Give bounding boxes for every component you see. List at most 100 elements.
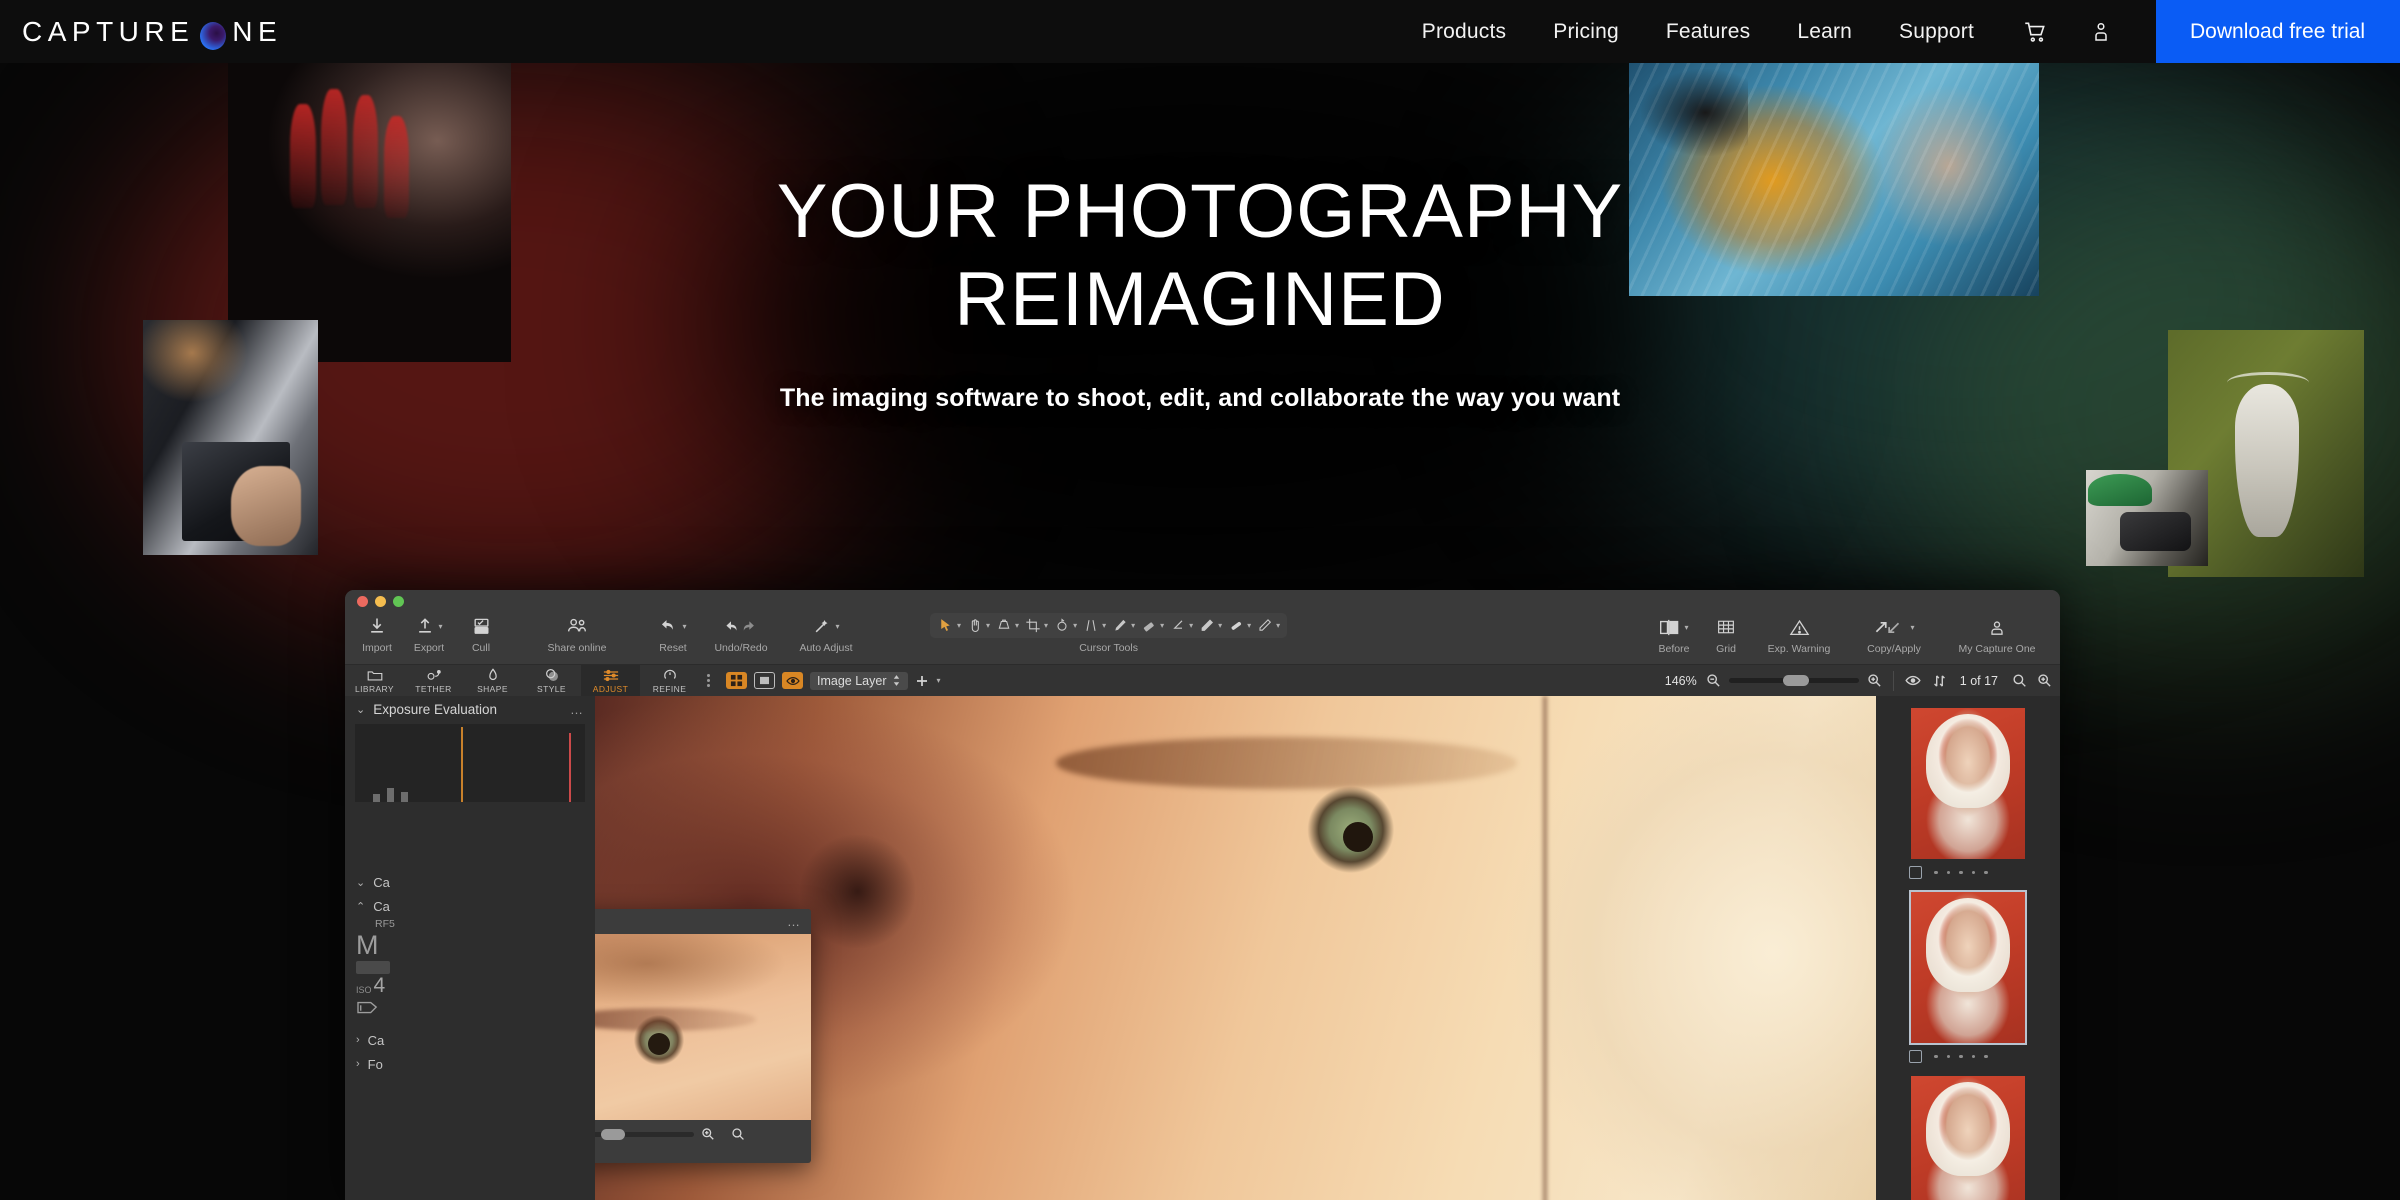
- reset-button[interactable]: ▾ Reset: [647, 612, 699, 654]
- chevron-down-icon[interactable]: ▾: [1218, 621, 1222, 630]
- focus-panel-menu-icon[interactable]: …: [787, 914, 801, 929]
- search-icon[interactable]: [2012, 673, 2027, 688]
- chevron-down-icon[interactable]: ▾: [1073, 621, 1077, 630]
- exposure-warning-button[interactable]: Exp. Warning: [1752, 613, 1846, 655]
- nav-item-features[interactable]: Features: [1666, 20, 1750, 44]
- chevron-updown-icon[interactable]: ⌃: [356, 900, 365, 913]
- tab-shape[interactable]: SHAPE: [463, 665, 522, 697]
- panel-menu-icon[interactable]: …: [570, 702, 584, 717]
- account-icon[interactable]: [2086, 17, 2116, 47]
- share-online-button[interactable]: Share online: [507, 612, 647, 654]
- thumbnail-rating[interactable]: [1934, 1054, 1988, 1059]
- chevron-down-icon[interactable]: ▾: [1684, 623, 1688, 632]
- sidebar-panel-capture[interactable]: › Ca: [345, 1028, 595, 1052]
- auto-adjust-button[interactable]: ▾ Auto Adjust: [783, 612, 869, 654]
- zoom-slider[interactable]: [1728, 675, 1859, 686]
- thumbnail-rating[interactable]: [1934, 870, 1988, 875]
- nav-item-support[interactable]: Support: [1899, 20, 1974, 44]
- crop-tool[interactable]: ▾: [1022, 615, 1051, 636]
- image-viewer[interactable]: ⌄ Focus … 50 %: [595, 696, 1876, 1200]
- download-free-trial-button[interactable]: Download free trial: [2156, 0, 2400, 63]
- grid-view-icon[interactable]: [726, 672, 747, 689]
- sidebar-panel-focus[interactable]: › Fo: [345, 1052, 595, 1076]
- filmstrip[interactable]: [1876, 696, 2060, 1200]
- magnifier-icon[interactable]: [731, 1127, 745, 1141]
- before-after-button[interactable]: ▾ Before: [1648, 613, 1700, 655]
- brand-logo[interactable]: CAPTURE NE: [22, 16, 282, 50]
- keystone-tool[interactable]: ▾: [1080, 615, 1109, 636]
- export-button[interactable]: ▾ Export: [403, 612, 455, 654]
- pan-hand-tool[interactable]: ▾: [964, 615, 993, 636]
- tab-refine[interactable]: REFINE: [640, 665, 699, 697]
- zoom-in-icon[interactable]: [701, 1127, 715, 1141]
- eye-view-icon[interactable]: [782, 672, 803, 689]
- chevron-right-icon[interactable]: ›: [356, 1058, 360, 1070]
- zoom-slider-knob[interactable]: [1783, 675, 1810, 686]
- cull-button[interactable]: Cull: [455, 612, 507, 654]
- tab-style[interactable]: STYLE: [522, 665, 581, 697]
- focus-zoom-slider-knob[interactable]: [600, 1128, 625, 1140]
- window-close-button[interactable]: [357, 595, 368, 607]
- heal-brush-tool[interactable]: ▾: [1225, 615, 1254, 636]
- cart-icon[interactable]: [2020, 17, 2050, 47]
- chevron-down-icon[interactable]: ▾: [1276, 621, 1280, 630]
- add-layer-button[interactable]: ▾: [915, 674, 941, 688]
- chevron-down-icon[interactable]: ▾: [1131, 621, 1135, 630]
- tab-library[interactable]: LIBRARY: [345, 665, 404, 697]
- refine-mask-tool[interactable]: ▾: [1254, 615, 1283, 636]
- chevron-down-icon[interactable]: ▾: [1910, 623, 1914, 632]
- chevron-down-icon[interactable]: ▾: [1015, 621, 1019, 630]
- copy-apply-button[interactable]: ▾ Copy/Apply: [1846, 613, 1942, 655]
- chevron-down-icon[interactable]: ▾: [438, 622, 442, 631]
- chevron-down-icon[interactable]: ⌄: [356, 876, 365, 889]
- sidebar-panel-camera-model[interactable]: ⌃ Ca: [345, 894, 595, 918]
- exposure-evaluation-panel-header[interactable]: ⌄ Exposure Evaluation …: [345, 696, 595, 722]
- spot-removal-tool[interactable]: ▾: [1109, 615, 1138, 636]
- window-minimize-button[interactable]: [375, 595, 386, 607]
- focus-panel[interactable]: ⌄ Focus … 50 %: [595, 909, 811, 1163]
- nav-item-pricing[interactable]: Pricing: [1553, 20, 1619, 44]
- select-cursor-tool[interactable]: ▾: [934, 615, 964, 636]
- chevron-down-icon[interactable]: ▾: [835, 622, 839, 631]
- focus-panel-header[interactable]: ⌄ Focus …: [595, 909, 811, 934]
- focus-zoom-slider[interactable]: [595, 1128, 695, 1140]
- thumbnail-checkbox[interactable]: [1909, 1050, 1922, 1063]
- tab-adjust[interactable]: ADJUST: [581, 664, 640, 697]
- panel-options-kebab[interactable]: [707, 674, 710, 687]
- chevron-right-icon[interactable]: ›: [356, 1034, 360, 1046]
- chevron-down-icon[interactable]: ▾: [986, 621, 990, 630]
- my-capture-one-button[interactable]: My Capture One: [1942, 613, 2052, 655]
- window-maximize-button[interactable]: [393, 595, 404, 607]
- chevron-down-icon[interactable]: ⌄: [356, 703, 365, 716]
- tab-tether[interactable]: TETHER: [404, 665, 463, 697]
- magnify-plus-icon[interactable]: [2037, 673, 2052, 688]
- chevron-down-icon[interactable]: ▾: [1102, 621, 1106, 630]
- sort-icon[interactable]: [1933, 674, 1946, 688]
- undo-redo-button[interactable]: Undo/Redo: [699, 612, 783, 654]
- zoom-in-icon[interactable]: [1867, 673, 1882, 688]
- eye-icon[interactable]: [1905, 675, 1921, 686]
- thumbnail-1[interactable]: [1909, 706, 2027, 861]
- import-button[interactable]: Import: [351, 612, 403, 654]
- eraser-tool[interactable]: ▾: [1138, 615, 1167, 636]
- grid-button[interactable]: Grid: [1700, 613, 1752, 655]
- chevron-down-icon[interactable]: ▾: [936, 676, 940, 685]
- thumbnail-2[interactable]: [1909, 890, 2027, 1045]
- chevron-down-icon[interactable]: ▾: [1044, 621, 1048, 630]
- single-view-icon[interactable]: [754, 672, 775, 689]
- layer-select[interactable]: Image Layer: [810, 671, 909, 690]
- chevron-down-icon[interactable]: ▾: [682, 622, 686, 631]
- gradient-mask-tool[interactable]: ▾: [1167, 615, 1196, 636]
- rotate-tool[interactable]: ▾: [1051, 615, 1080, 636]
- sidebar-panel-camera[interactable]: ⌄ Ca: [345, 870, 595, 894]
- color-picker-tool[interactable]: ▾: [993, 615, 1022, 636]
- chevron-down-icon[interactable]: ▾: [1247, 621, 1251, 630]
- chevron-down-icon[interactable]: ▾: [1189, 621, 1193, 630]
- nav-item-learn[interactable]: Learn: [1797, 20, 1852, 44]
- chevron-down-icon[interactable]: ▾: [957, 621, 961, 630]
- nav-item-products[interactable]: Products: [1422, 20, 1506, 44]
- thumbnail-3[interactable]: [1909, 1074, 2027, 1200]
- zoom-out-icon[interactable]: [1706, 673, 1721, 688]
- chevron-down-icon[interactable]: ▾: [1160, 621, 1164, 630]
- draw-mask-tool[interactable]: ▾: [1196, 615, 1225, 636]
